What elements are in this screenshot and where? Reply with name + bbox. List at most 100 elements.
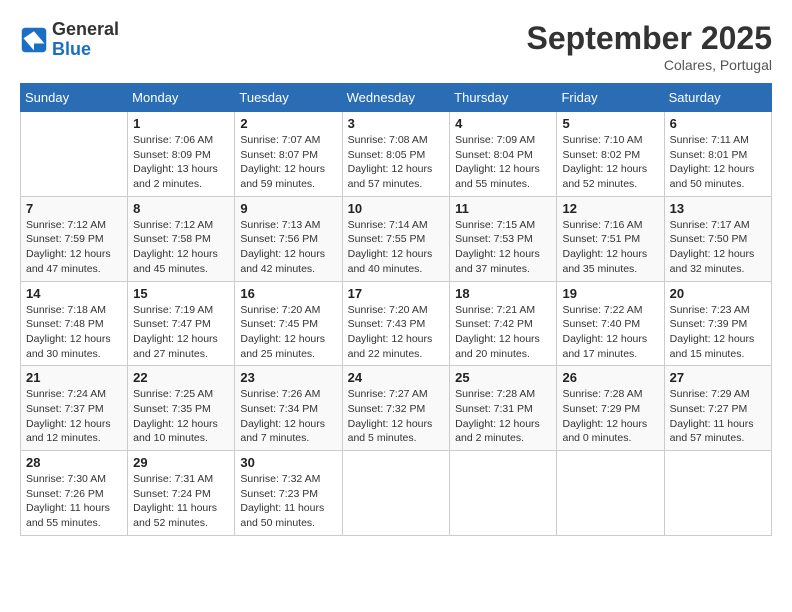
calendar-cell: 18 Sunrise: 7:21 AMSunset: 7:42 PMDayligh…	[450, 281, 557, 366]
calendar-cell: 9 Sunrise: 7:13 AMSunset: 7:56 PMDaylight…	[235, 196, 342, 281]
calendar-cell	[557, 451, 664, 536]
calendar-week-row: 7 Sunrise: 7:12 AMSunset: 7:59 PMDaylight…	[21, 196, 772, 281]
day-number: 27	[670, 370, 766, 385]
day-info: Sunrise: 7:17 AMSunset: 7:50 PMDaylight:…	[670, 218, 766, 277]
month-title: September 2025	[527, 20, 772, 57]
day-info: Sunrise: 7:26 AMSunset: 7:34 PMDaylight:…	[240, 387, 336, 446]
day-number: 29	[133, 455, 229, 470]
day-number: 25	[455, 370, 551, 385]
calendar-cell: 4 Sunrise: 7:09 AMSunset: 8:04 PMDaylight…	[450, 112, 557, 197]
day-info: Sunrise: 7:08 AMSunset: 8:05 PMDaylight:…	[348, 133, 445, 192]
day-info: Sunrise: 7:12 AMSunset: 7:58 PMDaylight:…	[133, 218, 229, 277]
day-info: Sunrise: 7:10 AMSunset: 8:02 PMDaylight:…	[562, 133, 658, 192]
day-number: 8	[133, 201, 229, 216]
logo-general-text: General	[52, 19, 119, 39]
calendar-cell: 7 Sunrise: 7:12 AMSunset: 7:59 PMDaylight…	[21, 196, 128, 281]
day-number: 10	[348, 201, 445, 216]
day-info: Sunrise: 7:15 AMSunset: 7:53 PMDaylight:…	[455, 218, 551, 277]
page-header: General Blue September 2025 Colares, Por…	[20, 20, 772, 73]
day-number: 18	[455, 286, 551, 301]
calendar-table: SundayMondayTuesdayWednesdayThursdayFrid…	[20, 83, 772, 536]
calendar-cell	[664, 451, 771, 536]
calendar-cell: 10Sunrise: 7:14 AMSunset: 7:55 PMDayligh…	[342, 196, 450, 281]
calendar-cell: 3 Sunrise: 7:08 AMSunset: 8:05 PMDaylight…	[342, 112, 450, 197]
weekday-header-thursday: Thursday	[450, 84, 557, 112]
day-info: Sunrise: 7:09 AMSunset: 8:04 PMDaylight:…	[455, 133, 551, 192]
day-number: 26	[562, 370, 658, 385]
day-number: 9	[240, 201, 336, 216]
day-info: Sunrise: 7:23 AMSunset: 7:39 PMDaylight:…	[670, 303, 766, 362]
day-info: Sunrise: 7:28 AMSunset: 7:29 PMDaylight:…	[562, 387, 658, 446]
day-info: Sunrise: 7:32 AMSunset: 7:23 PMDaylight:…	[240, 472, 336, 531]
day-number: 11	[455, 201, 551, 216]
day-info: Sunrise: 7:11 AMSunset: 8:01 PMDaylight:…	[670, 133, 766, 192]
calendar-week-row: 14 Sunrise: 7:18 AMSunset: 7:48 PMDayligh…	[21, 281, 772, 366]
calendar-cell: 26 Sunrise: 7:28 AMSunset: 7:29 PMDayligh…	[557, 366, 664, 451]
calendar-cell: 24 Sunrise: 7:27 AMSunset: 7:32 PMDayligh…	[342, 366, 450, 451]
calendar-cell: 14 Sunrise: 7:18 AMSunset: 7:48 PMDayligh…	[21, 281, 128, 366]
calendar-cell: 16 Sunrise: 7:20 AMSunset: 7:45 PMDayligh…	[235, 281, 342, 366]
day-info: Sunrise: 7:24 AMSunset: 7:37 PMDaylight:…	[26, 387, 122, 446]
calendar-week-row: 1Sunrise: 7:06 AMSunset: 8:09 PMDaylight…	[21, 112, 772, 197]
day-info: Sunrise: 7:22 AMSunset: 7:40 PMDaylight:…	[562, 303, 658, 362]
day-number: 30	[240, 455, 336, 470]
day-info: Sunrise: 7:21 AMSunset: 7:42 PMDaylight:…	[455, 303, 551, 362]
calendar-cell: 20Sunrise: 7:23 AMSunset: 7:39 PMDayligh…	[664, 281, 771, 366]
calendar-cell: 19 Sunrise: 7:22 AMSunset: 7:40 PMDayligh…	[557, 281, 664, 366]
weekday-header-monday: Monday	[128, 84, 235, 112]
day-number: 16	[240, 286, 336, 301]
calendar-cell	[450, 451, 557, 536]
day-number: 7	[26, 201, 122, 216]
calendar-cell: 13Sunrise: 7:17 AMSunset: 7:50 PMDayligh…	[664, 196, 771, 281]
day-number: 3	[348, 116, 445, 131]
calendar-cell: 28 Sunrise: 7:30 AMSunset: 7:26 PMDayligh…	[21, 451, 128, 536]
logo: General Blue	[20, 20, 119, 60]
location-text: Colares, Portugal	[527, 57, 772, 73]
calendar-cell: 22Sunrise: 7:25 AMSunset: 7:35 PMDayligh…	[128, 366, 235, 451]
calendar-cell: 8 Sunrise: 7:12 AMSunset: 7:58 PMDaylight…	[128, 196, 235, 281]
weekday-header-tuesday: Tuesday	[235, 84, 342, 112]
day-number: 19	[562, 286, 658, 301]
day-info: Sunrise: 7:13 AMSunset: 7:56 PMDaylight:…	[240, 218, 336, 277]
day-number: 5	[562, 116, 658, 131]
calendar-cell: 6 Sunrise: 7:11 AMSunset: 8:01 PMDaylight…	[664, 112, 771, 197]
day-info: Sunrise: 7:31 AMSunset: 7:24 PMDaylight:…	[133, 472, 229, 531]
weekday-header-saturday: Saturday	[664, 84, 771, 112]
day-info: Sunrise: 7:20 AMSunset: 7:45 PMDaylight:…	[240, 303, 336, 362]
day-info: Sunrise: 7:06 AMSunset: 8:09 PMDaylight:…	[133, 133, 229, 192]
calendar-cell: 23 Sunrise: 7:26 AMSunset: 7:34 PMDayligh…	[235, 366, 342, 451]
weekday-header-sunday: Sunday	[21, 84, 128, 112]
calendar-cell: 5 Sunrise: 7:10 AMSunset: 8:02 PMDaylight…	[557, 112, 664, 197]
day-info: Sunrise: 7:27 AMSunset: 7:32 PMDaylight:…	[348, 387, 445, 446]
logo-blue-text: Blue	[52, 39, 91, 59]
calendar-cell: 17Sunrise: 7:20 AMSunset: 7:43 PMDayligh…	[342, 281, 450, 366]
day-info: Sunrise: 7:18 AMSunset: 7:48 PMDaylight:…	[26, 303, 122, 362]
calendar-cell: 30 Sunrise: 7:32 AMSunset: 7:23 PMDayligh…	[235, 451, 342, 536]
day-number: 15	[133, 286, 229, 301]
day-info: Sunrise: 7:30 AMSunset: 7:26 PMDaylight:…	[26, 472, 122, 531]
day-info: Sunrise: 7:25 AMSunset: 7:35 PMDaylight:…	[133, 387, 229, 446]
calendar-week-row: 28 Sunrise: 7:30 AMSunset: 7:26 PMDayligh…	[21, 451, 772, 536]
calendar-cell: 15 Sunrise: 7:19 AMSunset: 7:47 PMDayligh…	[128, 281, 235, 366]
day-info: Sunrise: 7:12 AMSunset: 7:59 PMDaylight:…	[26, 218, 122, 277]
day-number: 4	[455, 116, 551, 131]
day-info: Sunrise: 7:20 AMSunset: 7:43 PMDaylight:…	[348, 303, 445, 362]
day-number: 21	[26, 370, 122, 385]
day-number: 24	[348, 370, 445, 385]
calendar-cell: 29 Sunrise: 7:31 AMSunset: 7:24 PMDayligh…	[128, 451, 235, 536]
day-info: Sunrise: 7:19 AMSunset: 7:47 PMDaylight:…	[133, 303, 229, 362]
logo-icon	[20, 26, 48, 54]
title-area: September 2025 Colares, Portugal	[527, 20, 772, 73]
weekday-header-friday: Friday	[557, 84, 664, 112]
weekday-header-row: SundayMondayTuesdayWednesdayThursdayFrid…	[21, 84, 772, 112]
day-number: 6	[670, 116, 766, 131]
calendar-cell: 2Sunrise: 7:07 AMSunset: 8:07 PMDaylight…	[235, 112, 342, 197]
day-number: 23	[240, 370, 336, 385]
day-info: Sunrise: 7:29 AMSunset: 7:27 PMDaylight:…	[670, 387, 766, 446]
calendar-cell	[342, 451, 450, 536]
day-number: 14	[26, 286, 122, 301]
day-number: 28	[26, 455, 122, 470]
day-info: Sunrise: 7:16 AMSunset: 7:51 PMDaylight:…	[562, 218, 658, 277]
calendar-cell: 11 Sunrise: 7:15 AMSunset: 7:53 PMDayligh…	[450, 196, 557, 281]
day-info: Sunrise: 7:07 AMSunset: 8:07 PMDaylight:…	[240, 133, 336, 192]
